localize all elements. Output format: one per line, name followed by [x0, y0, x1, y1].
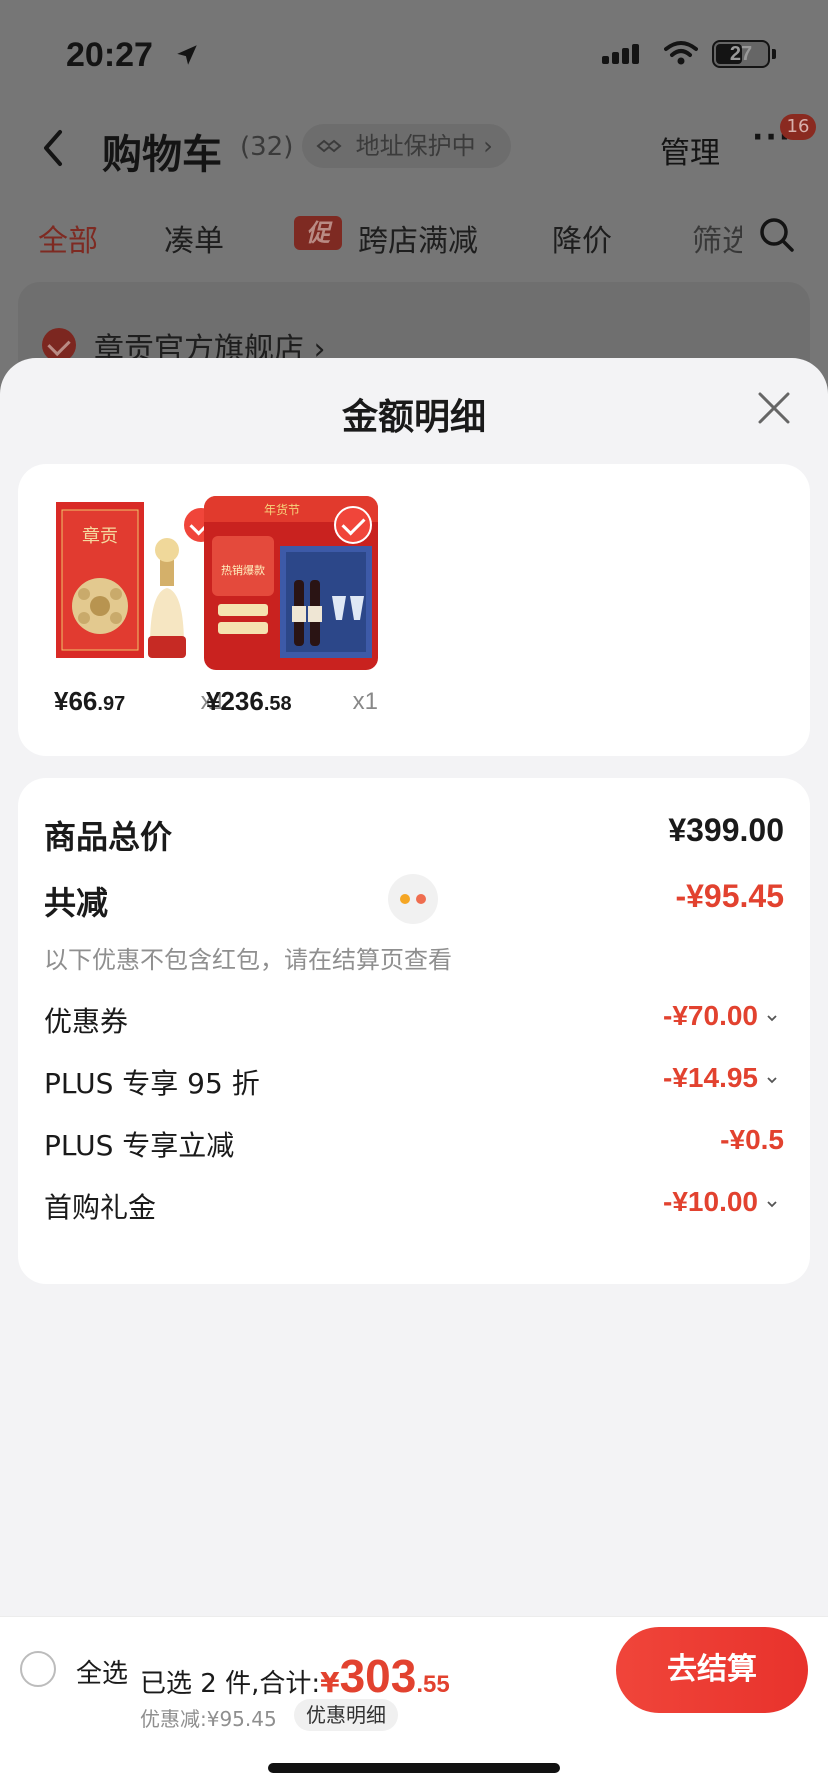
chevron-down-icon[interactable] [766, 1074, 778, 1086]
product-price: ¥66.97 [54, 686, 126, 716]
total-reduction-label: 共减 [44, 884, 109, 922]
discount-value: -¥14.95 [663, 1062, 758, 1093]
price-details-card: 商品总价 ¥399.00 共减 -¥95.45 以下优惠不包含红包，请在结算页查… [18, 778, 810, 1284]
tab-all[interactable]: 全部 [38, 216, 98, 260]
location-arrow-icon [177, 45, 197, 65]
products-card: 章贡 ¥66.97 x1 年货节 热销爆款 ¥236.58 x1 [18, 464, 810, 756]
status-bar: 20:27 27 [0, 30, 828, 80]
tab-filter[interactable]: 筛选 [692, 216, 742, 260]
sheet-title: 金额明细 [341, 397, 486, 438]
select-all-label[interactable]: 全选 [76, 1653, 128, 1690]
discount-label: PLUS 专享立减 [44, 1129, 235, 1162]
total-currency: ¥ [320, 1666, 340, 1699]
back-icon[interactable] [40, 128, 66, 168]
red-packet-note: 以下优惠不包含红包，请在结算页查看 [44, 946, 452, 974]
loading-indicator [388, 874, 438, 924]
battery-icon: 27 [712, 40, 770, 68]
battery-level: 27 [729, 43, 753, 65]
chevron-down-icon[interactable] [766, 1198, 778, 1210]
tab-bundle[interactable]: 凑单 [164, 216, 224, 260]
chevron-down-icon[interactable] [766, 1012, 778, 1024]
close-icon[interactable] [756, 390, 792, 426]
promo-badge: 促 [294, 216, 342, 250]
page-title: 购物车 [102, 132, 222, 178]
amount-details-sheet: 金额明细 章贡 ¥66.97 x1 年货节 热销爆款 ¥236.58 x1 商品… [0, 358, 828, 1626]
cellular-signal-icon [602, 44, 642, 64]
product-item[interactable]: 年货节 热销爆款 ¥236.58 x1 [204, 496, 378, 716]
select-all-checkbox[interactable] [20, 1651, 56, 1687]
svg-text:章贡: 章贡 [82, 526, 118, 547]
svg-text:年货节: 年货节 [264, 502, 300, 517]
status-time: 20:27 [66, 36, 153, 74]
tab-cross-store[interactable]: 促跨店满减 [294, 216, 478, 260]
total-reduction-value: -¥95.45 [675, 878, 784, 914]
selected-summary: 已选 2 件,合计:¥303.55 [140, 1649, 450, 1703]
chevron-right-icon: › [483, 132, 493, 160]
selected-count: 已选 2 件,合计: [140, 1669, 321, 1699]
message-badge: 16 [780, 114, 816, 140]
address-protect-label: 地址保护中 [355, 132, 476, 160]
product-check-icon[interactable] [334, 506, 372, 544]
tab-cross-store-label: 跨店满减 [358, 224, 478, 259]
search-icon[interactable] [758, 216, 796, 254]
checkout-button[interactable]: 去结算 [616, 1627, 808, 1713]
filter-tabs: 全部 凑单 促跨店满减 降价 筛选 [0, 210, 828, 260]
discount-label: PLUS 专享 95 折 [44, 1067, 260, 1100]
discount-summary: 优惠减:¥95.45 [140, 1707, 277, 1731]
red-wine-gift-set-image: 年货节 热销爆款 [204, 496, 378, 670]
store-checkbox[interactable] [42, 328, 76, 362]
discount-label: 首购礼金 [44, 1191, 157, 1224]
total-price-value: ¥399.00 [668, 812, 784, 848]
total-price-label: 商品总价 [44, 818, 173, 856]
product-price: ¥236.58 [206, 686, 292, 716]
tab-price-drop[interactable]: 降价 [552, 216, 612, 260]
cart-page-background: 20:27 27 购物车 (32) 地址保护中 › 管理 ··· 16 全部 凑… [0, 0, 828, 420]
home-indicator [268, 1763, 560, 1773]
discount-value: -¥10.00 [663, 1186, 758, 1217]
total-amount-decimal: .55 [416, 1671, 450, 1698]
product-item[interactable]: 章贡 ¥66.97 x1 [52, 496, 226, 716]
discount-value: -¥70.00 [663, 1000, 758, 1031]
svg-text:热销爆款: 热销爆款 [221, 563, 265, 577]
discount-label: 优惠券 [44, 1005, 129, 1038]
discount-value: -¥0.5 [720, 1124, 784, 1155]
product-qty: x1 [352, 688, 378, 715]
total-amount: 303 [339, 1650, 417, 1702]
wifi-icon [664, 41, 698, 65]
handshake-icon [316, 139, 342, 153]
checkout-bar: 全选 已选 2 件,合计:¥303.55 优惠减:¥95.45 优惠明细 去结算 [0, 1616, 828, 1792]
cart-count: (32) [240, 132, 294, 162]
nav-bar: 购物车 (32) 地址保护中 › 管理 ··· 16 [0, 110, 828, 180]
baijiu-gift-box-image: 章贡 [52, 496, 226, 670]
manage-button[interactable]: 管理 [660, 128, 720, 172]
address-protect-button[interactable]: 地址保护中 › [302, 124, 511, 168]
discount-detail-button[interactable]: 优惠明细 [294, 1699, 398, 1731]
